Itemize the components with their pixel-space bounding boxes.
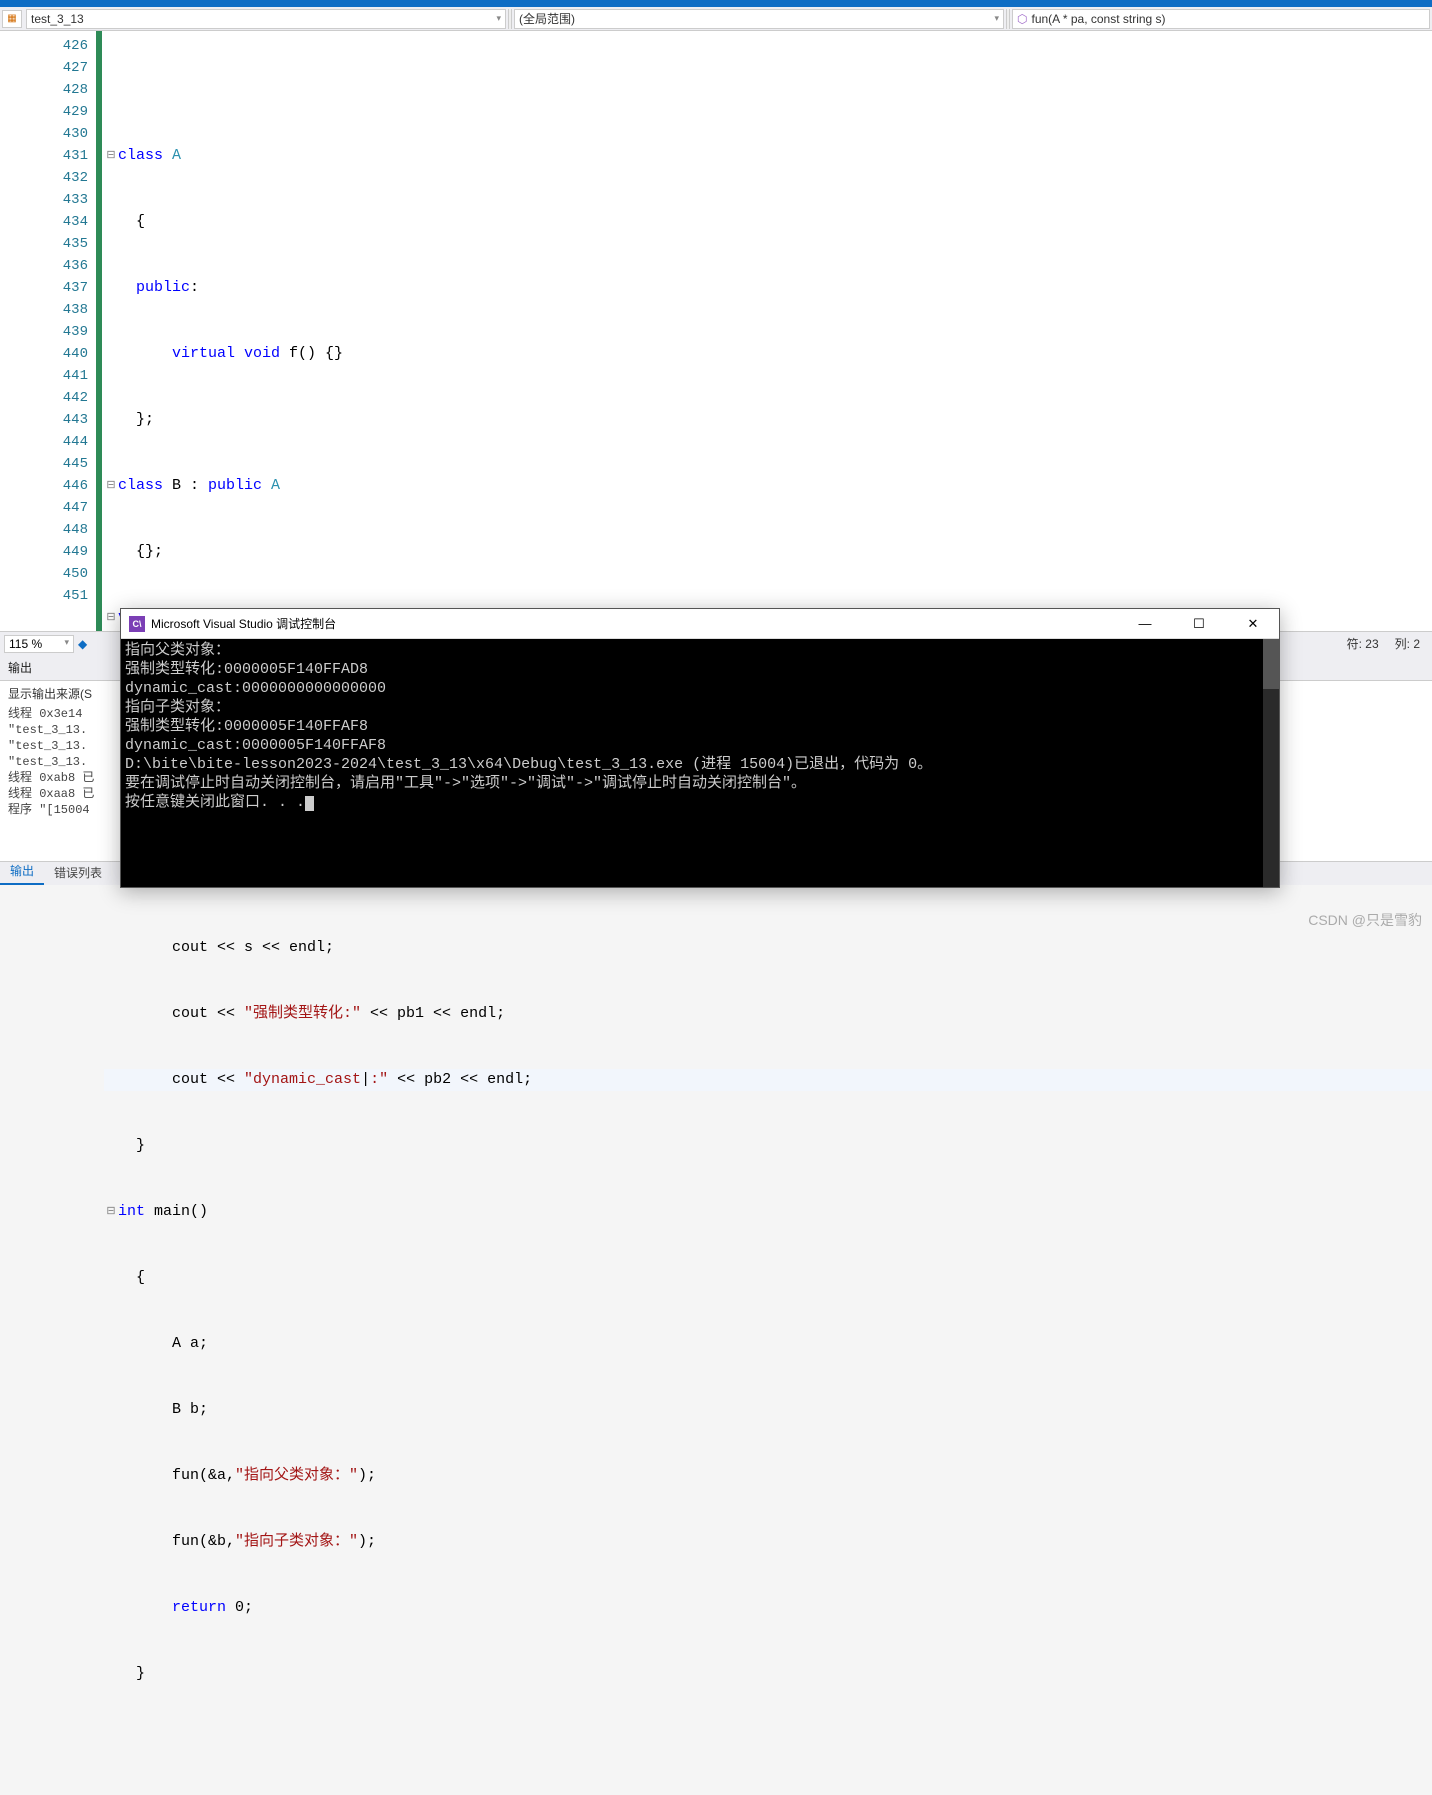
debug-console-window: C\ Microsoft Visual Studio 调试控制台 — ☐ ✕ 指… [120,608,1280,888]
maximize-button[interactable]: ☐ [1181,616,1217,632]
console-titlebar[interactable]: C\ Microsoft Visual Studio 调试控制台 — ☐ ✕ [121,609,1279,639]
divider [508,9,512,29]
zoom-dropdown[interactable]: 115 % ▾ [4,635,74,653]
console-title-text: Microsoft Visual Studio 调试控制台 [151,615,336,632]
char-count: 符: 23 [1347,635,1379,652]
minimize-button[interactable]: — [1127,616,1163,632]
cube-icon: ⬡ [1017,12,1027,26]
chevron-down-icon: ▾ [64,637,69,651]
fold-icon[interactable]: ⊟ [104,145,118,167]
watermark: CSDN @只是雪豹 [1308,910,1422,930]
scope-dropdown[interactable]: (全局范围) ▾ [514,9,1004,29]
zoom-value: 115 % [9,637,42,651]
tab-error-list[interactable]: 错误列表 [44,860,112,885]
scope-dropdown-label: (全局范围) [519,10,575,27]
console-scrollbar[interactable] [1263,639,1279,887]
vs-icon: C\ [129,616,145,632]
close-button[interactable]: ✕ [1235,616,1271,632]
file-type-icon: ▦ [2,10,22,28]
function-dropdown-label: fun(A * pa, const string s) [1031,12,1165,26]
col-count: 列: 2 [1395,635,1420,652]
console-output[interactable]: 指向父类对象：强制类型转化:0000005F140FFAD8dynamic_ca… [121,639,1279,887]
code-editor[interactable]: 4264274284294304314324334344354364374384… [0,31,1432,631]
info-icon[interactable]: ◆ [78,637,87,651]
code-area[interactable]: ⊟class A { public: virtual void f() {} }… [102,31,1432,631]
line-gutter: 4264274284294304314324334344354364374384… [0,31,96,631]
fold-icon[interactable]: ⊟ [104,1201,118,1223]
chevron-down-icon: ▾ [994,13,999,24]
file-dropdown[interactable]: test_3_13 ▾ [26,9,506,29]
fold-icon[interactable]: ⊟ [104,607,118,629]
fold-icon[interactable]: ⊟ [104,475,118,497]
scrollbar-thumb[interactable] [1263,639,1279,689]
breadcrumb-bar: ▦ test_3_13 ▾ (全局范围) ▾ ⬡ fun(A * pa, const … [0,7,1432,31]
title-bar-accent [0,0,1432,7]
chevron-down-icon: ▾ [496,13,501,24]
function-dropdown[interactable]: ⬡ fun(A * pa, const string s) [1012,9,1430,29]
divider [1006,9,1010,29]
file-dropdown-label: test_3_13 [31,12,84,26]
tab-output[interactable]: 输出 [0,858,44,885]
